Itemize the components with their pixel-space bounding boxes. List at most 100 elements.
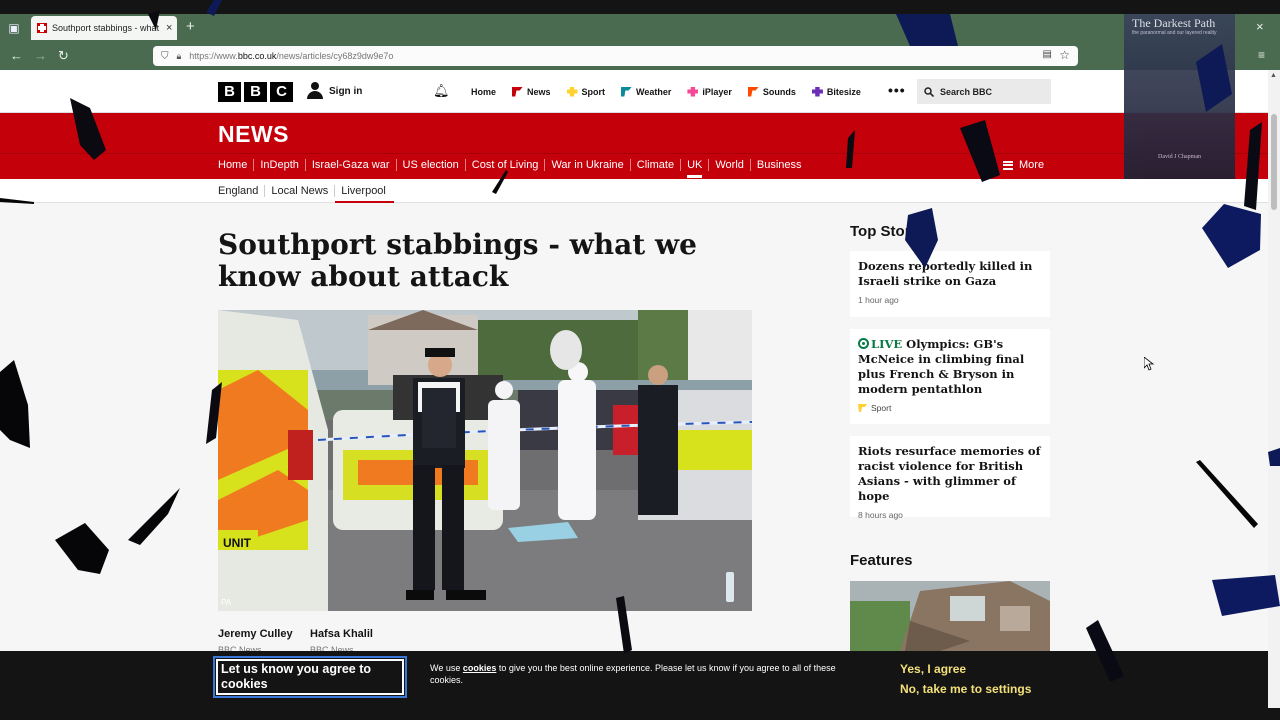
search-icon [924,86,934,97]
window-close-icon[interactable]: × [1256,19,1264,34]
live-badge: LIVE [858,337,902,351]
news-title[interactable]: NEWS [218,121,289,148]
tab-list-icon[interactable]: ▣ [6,20,22,36]
hamburger-icon [1003,160,1013,170]
global-nav-label: Bitesize [826,86,861,97]
scroll-up-arrow-icon[interactable]: ▲ [1270,72,1277,79]
cookie-banner: Let us know you agree to cookies We use … [0,651,1268,708]
tracking-shield-icon[interactable]: ⛉ [161,51,169,62]
notifications-bell-icon[interactable]: 🔔︎ [433,83,450,99]
sign-in-link[interactable]: Sign in [307,82,362,100]
news-icon [512,86,524,97]
cookies-link[interactable]: cookies [463,663,497,673]
bbc-global-header: B B C Sign in 🔔︎ Home News Sport Weather iPl… [0,70,1280,113]
section-nav-item[interactable]: Home [218,159,253,171]
collapsed-building-image [850,581,1050,651]
global-nav-weather[interactable]: Weather [613,70,679,113]
bbc-logo[interactable]: B B C [218,82,293,102]
secondary-nav-item[interactable]: England [218,185,264,197]
bbc-global-nav: Home News Sport Weather iPlayer Sounds Bitesiz… [463,70,869,113]
global-nav-bitesize[interactable]: Bitesize [804,70,869,113]
overlay-title: The Darkest Path [1132,16,1216,30]
browser-nav-bar: ← → ↻ ⛉ 🔒︎ https://www.bbc.co.uk/news/ar… [0,42,1280,70]
feature-image[interactable] [850,581,1050,651]
screen-top-strip [0,0,1280,14]
svg-text:UNIT: UNIT [223,536,252,550]
overlay-author: David J Chapman [1158,154,1201,160]
story-timestamp: 1 hour ago [858,295,899,305]
global-nav-iplayer[interactable]: iPlayer [679,70,740,113]
story-title[interactable]: LIVE Olympics: GB's McNeice in climbing … [858,337,1042,397]
story-title[interactable]: Riots resurface memories of racist viole… [858,444,1042,504]
top-story-card[interactable]: Dozens reportedly killed in Israeli stri… [850,251,1050,317]
section-nav-item[interactable]: InDepth [253,159,305,171]
reader-view-icon[interactable]: ▤ [1043,49,1052,60]
accept-cookies-button[interactable]: Yes, I agree [900,662,966,676]
logo-letter: B [244,82,267,102]
live-label: LIVE [871,337,903,351]
logo-letter: B [218,82,241,102]
app-menu-icon[interactable]: ≡ [1258,48,1265,62]
page-scrollbar[interactable]: ▲ [1268,70,1280,708]
secondary-nav-list: England Local News Liverpool [218,185,394,203]
tab-title: Southport stabbings - what [52,23,160,33]
masthead-divider [0,153,1268,154]
top-story-card[interactable]: LIVE Olympics: GB's McNeice in climbing … [850,329,1050,424]
sport-icon [858,404,867,412]
story-topic-tag[interactable]: Sport [858,403,1042,413]
address-bar[interactable]: ⛉ 🔒︎ https://www.bbc.co.uk/news/articles… [153,46,1078,66]
global-nav-label: Sport [581,86,606,97]
global-nav-label: Weather [636,86,672,97]
news-masthead: NEWS Home InDepth Israel-Gaza war US electi… [0,113,1268,179]
scrollbar-thumb[interactable] [1271,114,1277,210]
author-name: Jeremy Culley [218,628,293,640]
section-nav-item[interactable]: War in Ukraine [544,159,629,171]
sounds-icon [747,86,759,97]
section-nav-item[interactable]: Climate [629,159,680,171]
top-stories-heading: Top Stories [850,223,932,240]
mouse-cursor-icon [1144,357,1154,371]
lock-icon[interactable]: 🔒︎ [177,51,182,62]
global-nav-label: News [527,86,551,97]
section-nav-item[interactable]: US election [395,159,465,171]
more-sections-button[interactable]: More [1003,159,1044,171]
new-tab-button[interactable]: + [186,18,195,35]
secondary-nav-item[interactable]: Local News [264,185,334,197]
global-nav-home[interactable]: Home [463,70,504,113]
screen-bottom-strip [0,708,1280,720]
more-label: More [1019,159,1045,171]
global-nav-news[interactable]: News [504,70,559,113]
section-nav-item[interactable]: UK [680,159,708,178]
global-nav-sport[interactable]: Sport [559,70,614,113]
secondary-nav: England Local News Liverpool [0,179,1268,203]
logo-letter: C [270,82,293,102]
cookie-banner-heading[interactable]: Let us know you agree to cookies [213,656,407,698]
section-nav-item[interactable]: Business [749,159,808,171]
bbc-favicon-icon [37,23,47,33]
tab-close-icon[interactable]: × [166,22,172,34]
cookie-settings-button[interactable]: No, take me to settings [900,682,1031,696]
iplayer-icon [687,86,699,97]
global-nav-label: Home [471,86,497,97]
url-text: https://www.bbc.co.uk/news/articles/cy68… [189,51,394,61]
secondary-nav-item[interactable]: Liverpool [334,185,394,203]
news-section-nav: Home InDepth Israel-Gaza war US election Cos… [218,159,808,178]
browser-tab[interactable]: Southport stabbings - what × [31,16,177,40]
article-headline: Southport stabbings - what we know about… [218,228,697,293]
story-topic-label: Sport [871,403,892,413]
more-dots-button[interactable]: ••• [888,82,906,98]
story-title[interactable]: Dozens reportedly killed in Israeli stri… [858,259,1042,289]
top-story-card[interactable]: Riots resurface memories of racist viole… [850,436,1050,520]
article-hero-image: UNIT PA [218,310,752,611]
section-nav-item[interactable]: Israel-Gaza war [304,159,396,171]
section-nav-item[interactable]: Cost of Living [464,159,545,171]
section-nav-item[interactable]: World [708,159,750,171]
story-timestamp: 8 hours ago [858,510,903,520]
search-bbc-button[interactable]: Search BBC [917,79,1051,104]
reload-icon[interactable]: ↻ [58,48,69,64]
bookmark-star-icon[interactable]: ☆ [1059,48,1070,62]
global-nav-label: Sounds [762,86,796,97]
global-nav-sounds[interactable]: Sounds [740,70,804,113]
forward-arrow-icon[interactable]: → [34,48,47,64]
back-arrow-icon[interactable]: ← [10,48,23,64]
